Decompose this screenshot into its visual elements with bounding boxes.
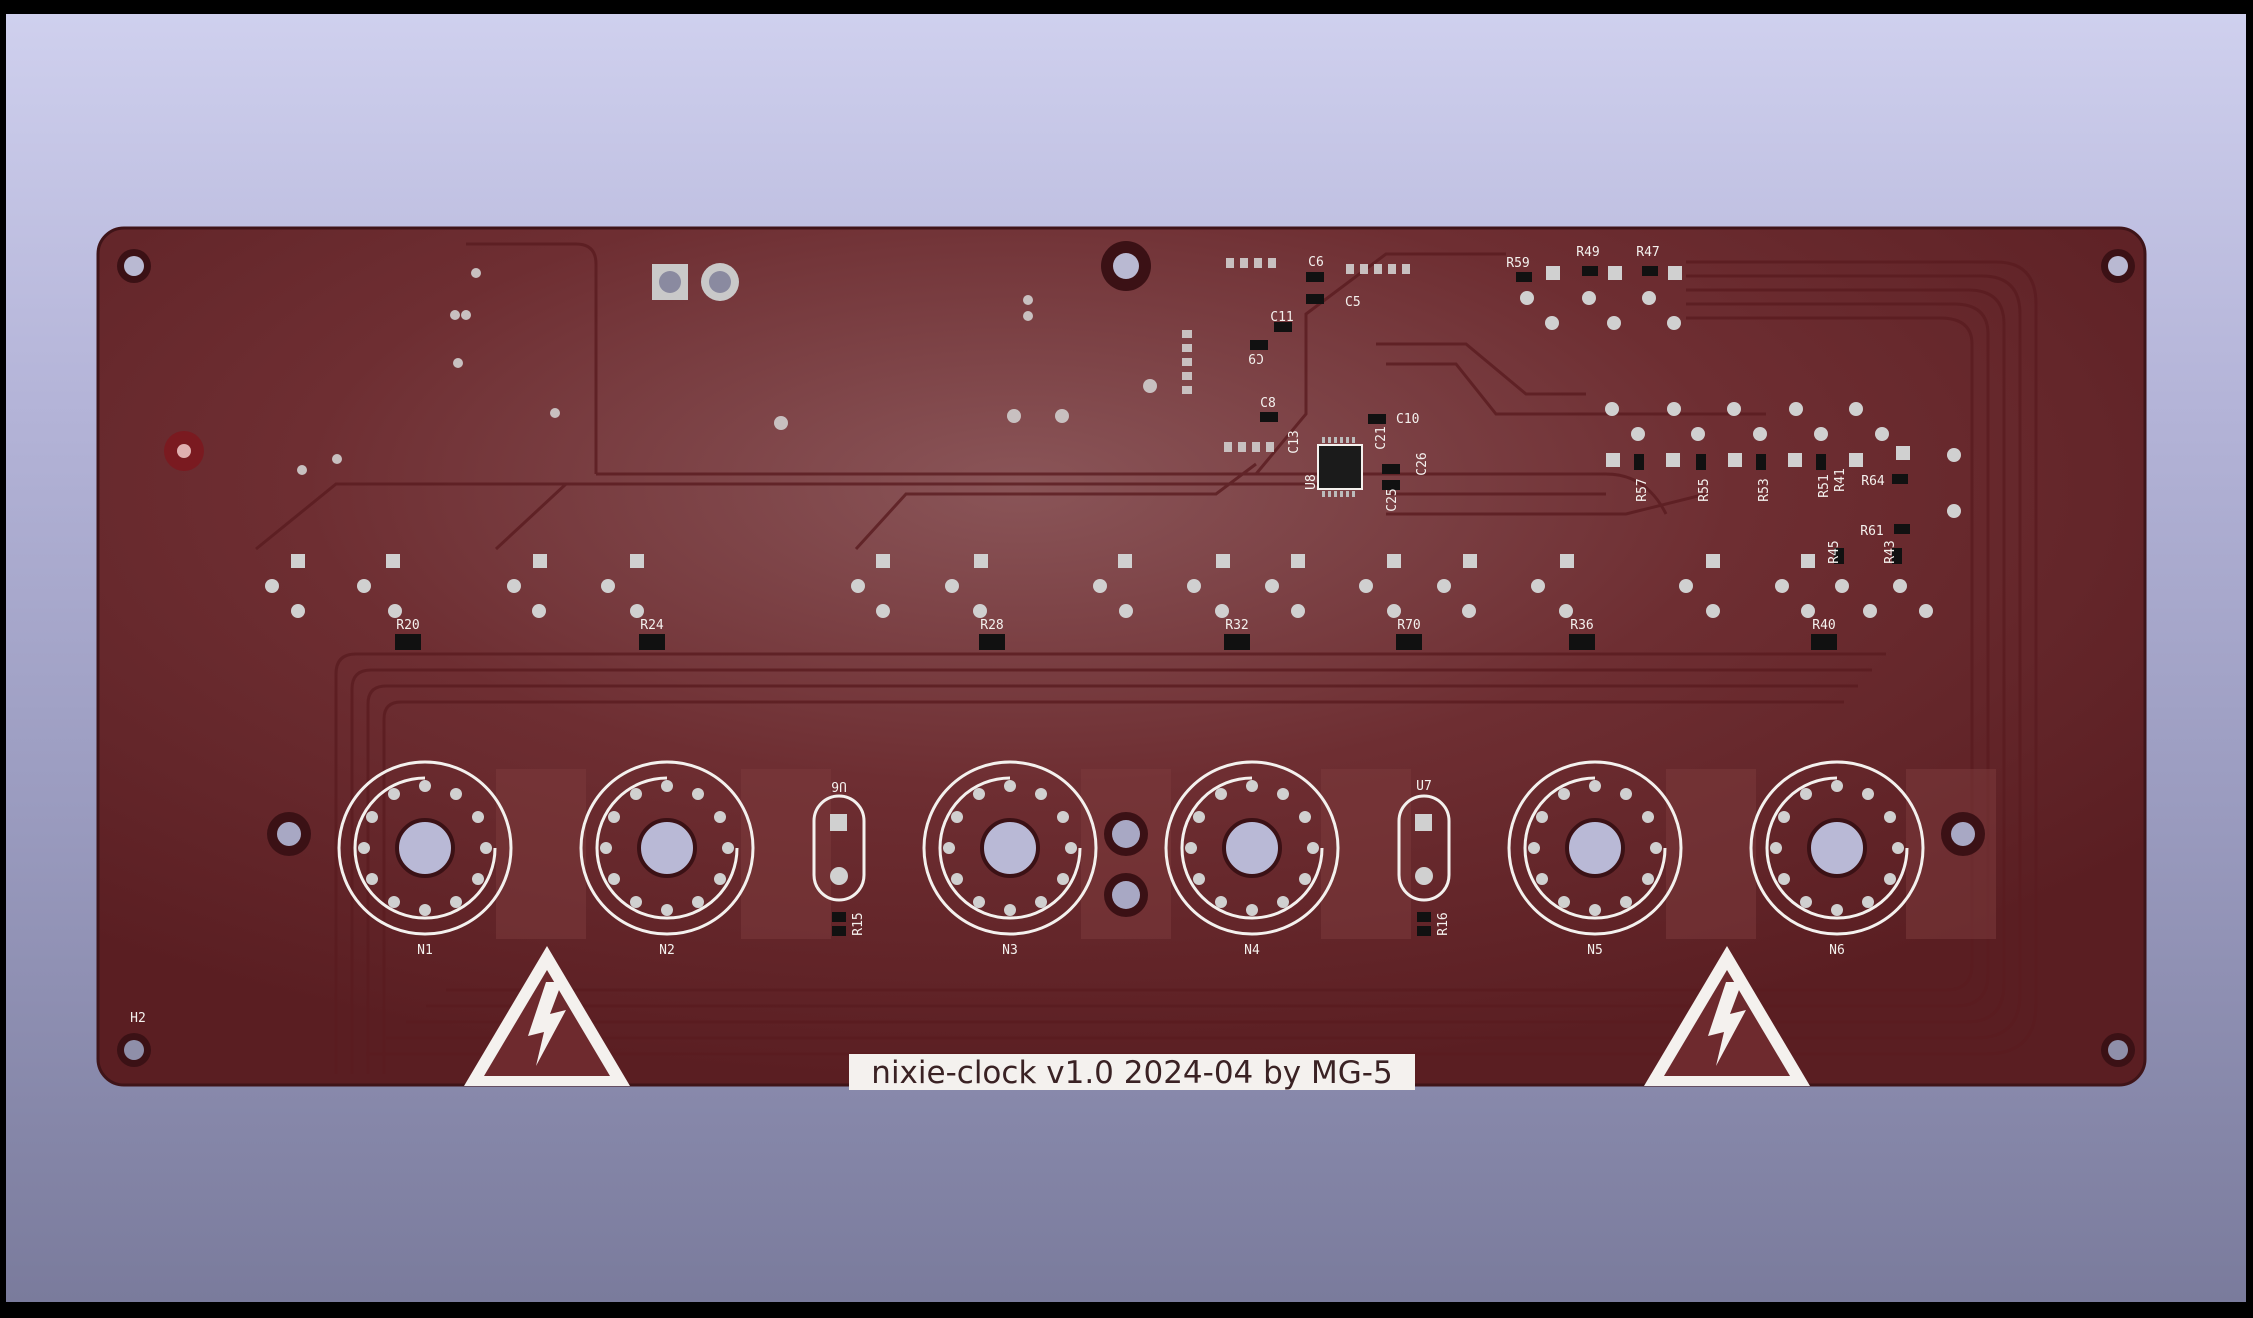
label-r64: R64: [1861, 474, 1885, 489]
mounting-hole: [267, 812, 311, 856]
mounting-hole: [1104, 812, 1148, 856]
label-r16: R16: [1436, 912, 1451, 935]
label-c10: C10: [1396, 412, 1419, 427]
nixie-socket-n4: [1164, 760, 1340, 936]
board-title-plate: nixie-clock v1.0 2024-04 by MG-5: [849, 1054, 1415, 1091]
mounting-hole: [2101, 1033, 2135, 1067]
label-n3: N3: [1002, 943, 1018, 958]
mounting-hole: [1104, 873, 1148, 917]
label-c25: C25: [1385, 488, 1400, 511]
label-n6: N6: [1829, 943, 1845, 958]
label-c9: C9: [1248, 350, 1264, 365]
label-r45: R45: [1827, 540, 1842, 563]
nixie-socket-n1: [337, 760, 513, 936]
label-r32: R32: [1225, 618, 1248, 633]
label-r61: R61: [1860, 524, 1883, 539]
label-r57: R57: [1635, 478, 1650, 501]
label-n1: N1: [417, 943, 433, 958]
mounting-hole: [1101, 241, 1151, 291]
label-r47: R47: [1636, 245, 1659, 260]
label-r41: R41: [1833, 468, 1848, 491]
nixie-socket-n2: [579, 760, 755, 936]
label-r51: R51: [1817, 474, 1832, 497]
label-c8: C8: [1260, 396, 1276, 411]
mounting-hole: [117, 1033, 151, 1067]
label-h2: H2: [130, 1011, 146, 1026]
label-c13: C13: [1287, 430, 1302, 453]
label-c21: C21: [1374, 426, 1389, 449]
label-r40: R40: [1812, 618, 1835, 633]
label-u7: U7: [1416, 779, 1432, 794]
mounting-hole: [117, 249, 151, 283]
label-c5: C5: [1345, 295, 1361, 310]
mounting-hole: [2101, 249, 2135, 283]
pcb-3d-viewport[interactable]: N1 N2 N3 N4 N5 N6 R20 R24 R28 R32 R70 R3…: [6, 14, 2246, 1302]
label-r59: R59: [1506, 256, 1529, 271]
label-r43: R43: [1883, 540, 1898, 563]
mounting-hole: [164, 431, 204, 471]
label-r55: R55: [1697, 478, 1712, 501]
label-r70: R70: [1397, 618, 1420, 633]
label-n2: N2: [659, 943, 675, 958]
board-title: nixie-clock v1.0 2024-04 by MG-5: [871, 1055, 1392, 1091]
pcb-board: N1 N2 N3 N4 N5 N6 R20 R24 R28 R32 R70 R3…: [96, 226, 2147, 1091]
label-n4: N4: [1244, 943, 1260, 958]
label-r53: R53: [1757, 478, 1772, 501]
label-r36: R36: [1570, 618, 1593, 633]
nixie-socket-n6: [1749, 760, 1925, 936]
label-r24: R24: [640, 618, 664, 633]
label-r28: R28: [980, 618, 1003, 633]
nixie-socket-n5: [1507, 760, 1683, 936]
label-u6: U6: [831, 778, 847, 793]
label-r15: R15: [851, 912, 866, 935]
label-n5: N5: [1587, 943, 1603, 958]
label-r20: R20: [396, 618, 419, 633]
nixie-socket-n3: [922, 760, 1098, 936]
ic-u8: [1317, 437, 1363, 497]
label-c26: C26: [1415, 452, 1430, 475]
mounting-hole: [1941, 812, 1985, 856]
label-c11: C11: [1270, 310, 1293, 325]
label-r49: R49: [1576, 245, 1599, 260]
label-u8: U8: [1304, 474, 1319, 490]
label-c6: C6: [1308, 255, 1324, 270]
